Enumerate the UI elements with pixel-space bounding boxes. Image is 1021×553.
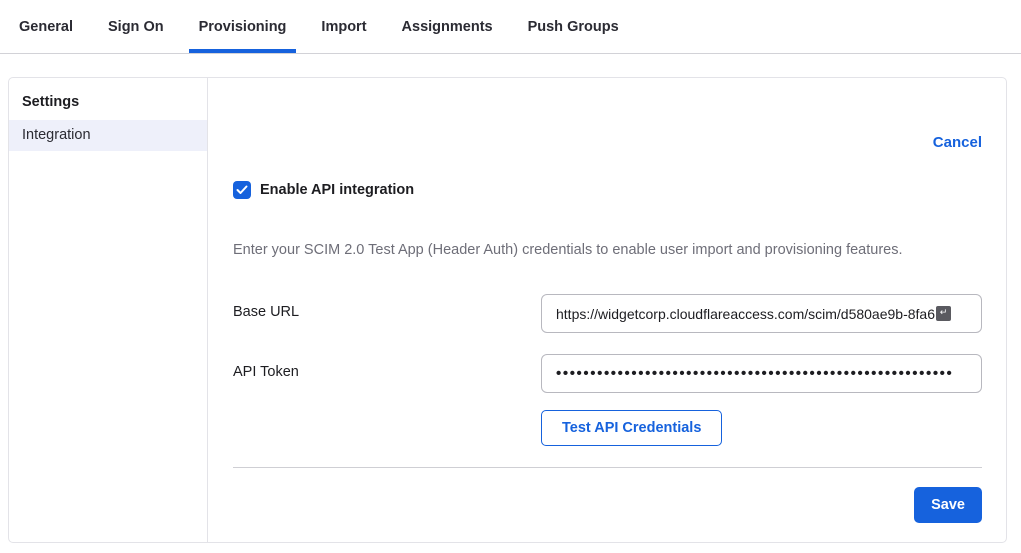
provisioning-panel: Settings Integration Cancel Enable API i… <box>8 77 1007 543</box>
checkmark-icon <box>236 185 248 195</box>
credentials-description: Enter your SCIM 2.0 Test App (Header Aut… <box>233 242 982 258</box>
cancel-link[interactable]: Cancel <box>933 134 982 151</box>
app-tab-bar: General Sign On Provisioning Import Assi… <box>0 0 1021 54</box>
api-token-masked-value: ••••••••••••••••••••••••••••••••••••••••… <box>556 365 953 382</box>
tab-assignments[interactable]: Assignments <box>392 0 503 53</box>
enable-api-row: Enable API integration <box>233 181 982 199</box>
integration-form: Cancel Enable API integration Enter your… <box>208 78 1006 542</box>
api-token-input[interactable]: ••••••••••••••••••••••••••••••••••••••••… <box>541 354 982 393</box>
footer-divider <box>233 467 982 468</box>
settings-sidebar: Settings Integration <box>9 78 208 542</box>
api-token-row: API Token ••••••••••••••••••••••••••••••… <box>233 354 982 393</box>
sidebar-item-integration[interactable]: Integration <box>9 120 207 151</box>
enable-api-checkbox[interactable] <box>233 181 251 199</box>
text-overflow-caret-icon: ↵ <box>936 306 951 321</box>
tab-provisioning[interactable]: Provisioning <box>189 0 297 53</box>
enable-api-label: Enable API integration <box>260 182 414 198</box>
base-url-input[interactable]: https://widgetcorp.cloudflareaccess.com/… <box>541 294 982 333</box>
test-api-credentials-button[interactable]: Test API Credentials <box>541 410 722 446</box>
cancel-row: Cancel <box>233 134 982 152</box>
test-credentials-row: Test API Credentials <box>541 410 982 446</box>
sidebar-header: Settings <box>9 87 207 120</box>
save-button[interactable]: Save <box>914 487 982 523</box>
tab-general[interactable]: General <box>9 0 83 53</box>
tab-push-groups[interactable]: Push Groups <box>518 0 629 53</box>
base-url-row: Base URL https://widgetcorp.cloudflareac… <box>233 294 982 333</box>
save-row: Save <box>233 487 982 523</box>
tab-import[interactable]: Import <box>311 0 376 53</box>
base-url-label: Base URL <box>233 294 541 320</box>
tab-sign-on[interactable]: Sign On <box>98 0 174 53</box>
api-token-label: API Token <box>233 354 541 380</box>
base-url-value: https://widgetcorp.cloudflareaccess.com/… <box>556 306 935 322</box>
